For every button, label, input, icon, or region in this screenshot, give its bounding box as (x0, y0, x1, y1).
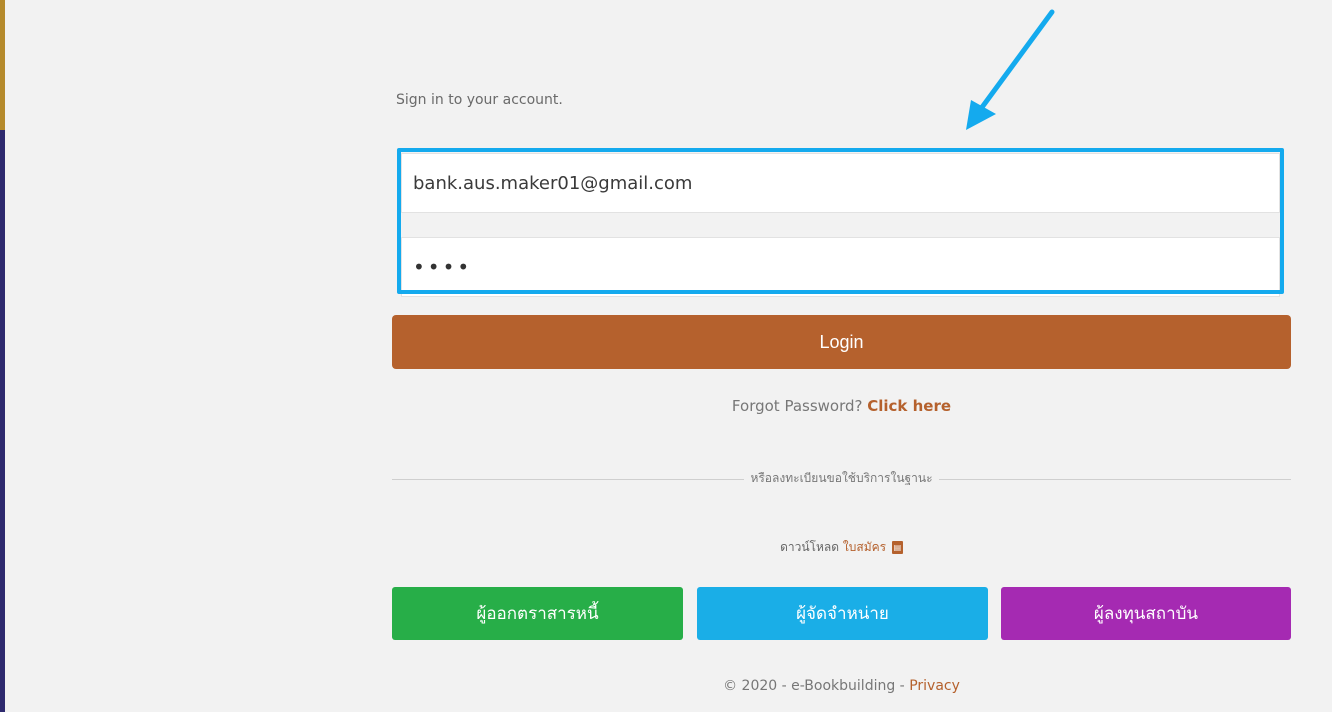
register-institutional-investor-button[interactable]: ผู้ลงทุนสถาบัน (1001, 587, 1291, 640)
login-button[interactable]: Login (392, 315, 1291, 369)
sign-in-subtitle: Sign in to your account. (396, 92, 563, 108)
pdf-icon[interactable]: ▤ (891, 541, 903, 554)
forgot-password-row: Forgot Password? Click here (392, 397, 1291, 415)
credentials-highlight-box (397, 148, 1284, 294)
download-form-link[interactable]: ใบสมัคร (843, 540, 886, 554)
login-page: Sign in to your account. bank.aus.maker0… (0, 0, 1332, 712)
footer: © 2020 - e-Bookbuilding - Privacy (392, 678, 1291, 694)
download-text: ดาวน์โหลด (780, 540, 840, 554)
forgot-password-link[interactable]: Click here (867, 397, 951, 415)
forgot-password-text: Forgot Password? (731, 397, 863, 415)
download-form-row: ดาวน์โหลด ใบสมัคร ▤ (392, 538, 1291, 557)
footer-copyright: © 2020 - e-Bookbuilding - (723, 678, 905, 694)
register-divider: หรือลงทะเบียนขอใช้บริการในฐานะ (392, 469, 1291, 488)
left-edge-strip (0, 0, 5, 712)
privacy-link[interactable]: Privacy (909, 678, 960, 694)
register-divider-text: หรือลงทะเบียนขอใช้บริการในฐานะ (744, 471, 939, 485)
register-issuer-button[interactable]: ผู้ออกตราสารหนี้ (392, 587, 683, 640)
register-distributor-button[interactable]: ผู้จัดจำหน่าย (697, 587, 988, 640)
